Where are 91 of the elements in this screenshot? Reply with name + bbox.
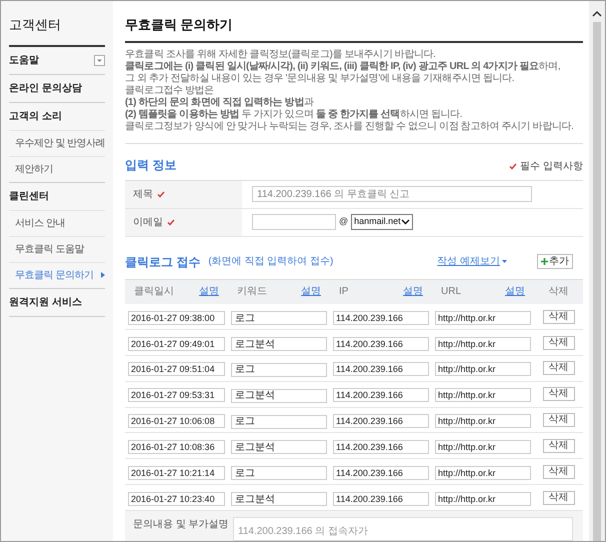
input-field[interactable]: 2016-01-27 09:49:01 (128, 336, 225, 351)
input-field[interactable]: 114.200.239.166 (333, 440, 429, 454)
section-title: 클릭로그 접수 (125, 254, 200, 270)
section-title: 입력 정보 (125, 156, 176, 174)
intro-text: 클릭로그정보가 양식에 안 맞거나 누락되는 경우, 조사를 진행할 수 없으니 이점 참고하여 주시기 바랍니다. (125, 120, 574, 132)
delete-button[interactable]: 삭제 (542, 438, 574, 453)
caret-icon (502, 260, 507, 263)
input-field[interactable]: 로그 (231, 414, 327, 429)
column-header: 클릭일시 (134, 285, 174, 300)
check-icon (167, 218, 175, 226)
intro-text: 그 외 추가 전달하실 내용이 있는 경우 '문의내용 및 부가설명'에 내용을 기재해주시면 됩니다. (125, 72, 516, 84)
input-field[interactable]: 로그 (231, 466, 327, 480)
scrollbar-thumb[interactable] (593, 22, 601, 541)
sidebar-subitem[interactable]: 제안하기 (15, 162, 53, 176)
input-field[interactable]: 로그 (231, 311, 327, 326)
delete-button[interactable]: 삭제 (542, 361, 574, 376)
input-field[interactable]: http://http.or.kr (435, 362, 531, 376)
add-button[interactable]: 추가 (537, 254, 573, 269)
input-field[interactable]: 2016-01-27 09:51:04 (128, 362, 225, 376)
intro-text: (2) 템플릿을 이용하는 방법 두 가지가 있으며 둘 중 한가지를 선택하시면 됩니다. (125, 108, 464, 120)
input-field[interactable]: http://http.or.kr (435, 388, 531, 402)
input-field[interactable]: 114.200.239.166 (333, 388, 429, 402)
help-link[interactable]: 설명 (199, 284, 219, 300)
column-header: 키워드 (237, 285, 267, 300)
example-link[interactable]: 작성 예제보기 (437, 254, 507, 269)
input-field[interactable]: 2016-01-27 09:53:31 (128, 388, 225, 402)
delete-button[interactable]: 삭제 (542, 310, 574, 324)
sidebar-item[interactable]: 고객의 소리 (9, 108, 62, 124)
input-field[interactable]: 114.200.239.166 (333, 336, 429, 351)
input-field[interactable]: 114.200.239.166 (333, 492, 429, 506)
field-label: 이메일 (133, 216, 163, 230)
section-subtitle: (화면에 직접 입력하여 접수) (208, 255, 334, 269)
input-field[interactable]: 2016-01-27 10:23:40 (128, 492, 225, 506)
input-field[interactable]: 114.200.239.166 (333, 466, 429, 480)
input-field[interactable]: 로그 (231, 362, 327, 377)
intro-text: 클릭로그접수 방법은 (125, 84, 215, 96)
input-field[interactable]: http://http.or.kr (435, 336, 531, 351)
help-link[interactable]: 설명 (505, 284, 525, 300)
delete-button[interactable]: 삭제 (542, 336, 574, 350)
sidebar-title: 고객센터 (9, 15, 105, 46)
input-field[interactable]: http://http.or.kr (435, 414, 531, 428)
intro-text: 클릭로그에는 (i) 클릭된 일시(날짜/시각), (ii) 키워드, (iii) 클릭한 IP, (iv) 광고주 URL 의 4가지가 필요하며, (125, 60, 562, 72)
plus-icon (541, 258, 548, 265)
at-sign: @ (339, 215, 348, 228)
column-header: IP (339, 285, 348, 300)
input-field[interactable]: 2016-01-27 10:08:36 (128, 440, 225, 454)
dropdown-icon[interactable] (94, 54, 105, 66)
check-icon (509, 162, 518, 170)
sidebar-subitem[interactable]: 우수제안 및 반영사례 (15, 136, 106, 150)
input-field[interactable]: 2016-01-27 10:21:14 (128, 466, 225, 480)
intro-text: (1) 하단의 문의 화면에 직접 입력하는 방법과 (125, 96, 315, 108)
input-field[interactable]: 로그분석 (231, 492, 327, 506)
scroll-up-icon[interactable] (592, 10, 602, 18)
chevron-down-icon (401, 219, 410, 225)
input-field[interactable] (252, 214, 336, 230)
input-field[interactable]: 114.200.239.166 (333, 414, 429, 428)
delete-button[interactable]: 삭제 (542, 490, 574, 505)
input-field[interactable]: 114.200.239.166 (333, 362, 429, 376)
input-field[interactable]: 114.200.239.166 의 무효클릭 신고 (252, 186, 532, 202)
input-field[interactable]: 로그분석 (231, 337, 327, 352)
input-field[interactable]: http://http.or.kr (435, 310, 531, 325)
sidebar-subitem[interactable]: 무효클릭 문의하기 (15, 268, 94, 282)
field-label: 문의내용 및 부가설명 (132, 518, 230, 532)
help-link[interactable]: 설명 (301, 284, 321, 300)
input-field[interactable]: 114.200.239.166 (333, 310, 429, 325)
input-field[interactable]: 로그분석 (231, 440, 327, 454)
sidebar-subitem[interactable]: 무효클릭 도움말 (15, 242, 84, 256)
help-link[interactable]: 설명 (403, 284, 423, 300)
domain-select[interactable]: hanmail.net (351, 214, 414, 230)
chevron-right-icon (101, 272, 105, 278)
check-icon (157, 190, 165, 198)
sidebar-item[interactable]: 도움말 (9, 52, 39, 68)
input-field[interactable]: 2016-01-27 10:06:08 (128, 414, 225, 428)
sidebar-item[interactable]: 원격지원 서비스 (9, 294, 82, 310)
delete-button[interactable]: 삭제 (542, 413, 574, 428)
sidebar-subitem[interactable]: 서비스 안내 (15, 216, 65, 230)
intro-text: 우효클릭 조사를 위해 자세한 클릭정보(클릭로그)를 보내주시기 바랍니다. (125, 48, 437, 60)
delete-button[interactable]: 삭제 (542, 387, 574, 402)
input-field[interactable]: http://http.or.kr (435, 440, 531, 454)
column-header: 삭제 (548, 285, 568, 300)
sidebar-item[interactable]: 클린센터 (9, 188, 49, 204)
delete-button[interactable]: 삭제 (542, 464, 574, 479)
required-note: 필수 입력사항 (520, 160, 583, 174)
input-field[interactable]: http://http.or.kr (435, 492, 531, 506)
input-field[interactable]: 2016-01-27 09:38:00 (128, 310, 225, 325)
input-field[interactable]: http://http.or.kr (435, 466, 531, 480)
page-title: 무효클릭 문의하기 (125, 15, 583, 42)
column-header: URL (441, 285, 462, 300)
sidebar-item[interactable]: 온라인 문의상담 (9, 80, 82, 96)
input-field[interactable]: 로그분석 (231, 388, 327, 403)
field-label: 제목 (133, 188, 153, 202)
